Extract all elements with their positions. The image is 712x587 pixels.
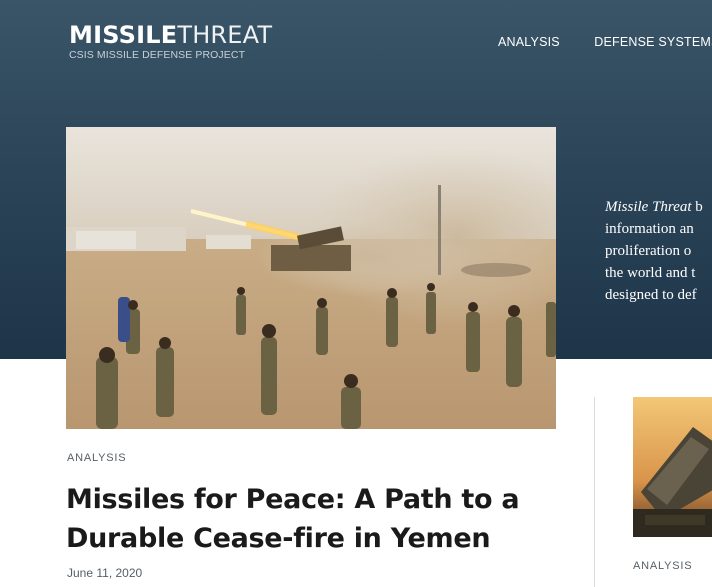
intro-line-1: Missile Threat b — [605, 196, 712, 218]
intro-text: Missile Threat b information an prolifer… — [605, 196, 712, 306]
featured-date: June 11, 2020 — [67, 566, 143, 580]
intro-line-1-rest: b — [691, 199, 703, 215]
sidebar-category[interactable]: ANALYSIS — [633, 560, 692, 572]
intro-line-4: the world and t — [605, 265, 696, 281]
main-nav: ANALYSIS DEFENSE SYSTEMS — [498, 33, 712, 51]
site-logo[interactable]: MISSILETHREAT CSIS MISSILE DEFENSE PROJE… — [69, 21, 272, 61]
logo-wordmark: MISSILETHREAT — [69, 21, 272, 49]
intro-brand: Missile Threat — [605, 199, 692, 215]
featured-category[interactable]: ANALYSIS — [67, 452, 126, 464]
sidebar-article-image[interactable] — [633, 397, 712, 537]
intro-line-3: proliferation o — [605, 243, 692, 259]
nav-item-defense-systems[interactable]: DEFENSE SYSTEMS — [594, 35, 712, 49]
photo-missile-launcher-icon — [633, 397, 712, 537]
logo-light-text: THREAT — [177, 21, 273, 49]
logo-bold-text: MISSILE — [69, 21, 178, 49]
intro-line-2: information an — [605, 221, 694, 237]
nav-item-analysis[interactable]: ANALYSIS — [498, 35, 560, 49]
photo-rocket-launch-icon — [66, 127, 556, 429]
featured-article-image[interactable] — [66, 127, 556, 429]
logo-subtitle: CSIS MISSILE DEFENSE PROJECT — [69, 49, 246, 61]
featured-headline[interactable]: Missiles for Peace: A Path to a Durable … — [66, 480, 556, 558]
column-divider — [594, 397, 595, 587]
intro-line-5: designed to def — [605, 287, 697, 303]
